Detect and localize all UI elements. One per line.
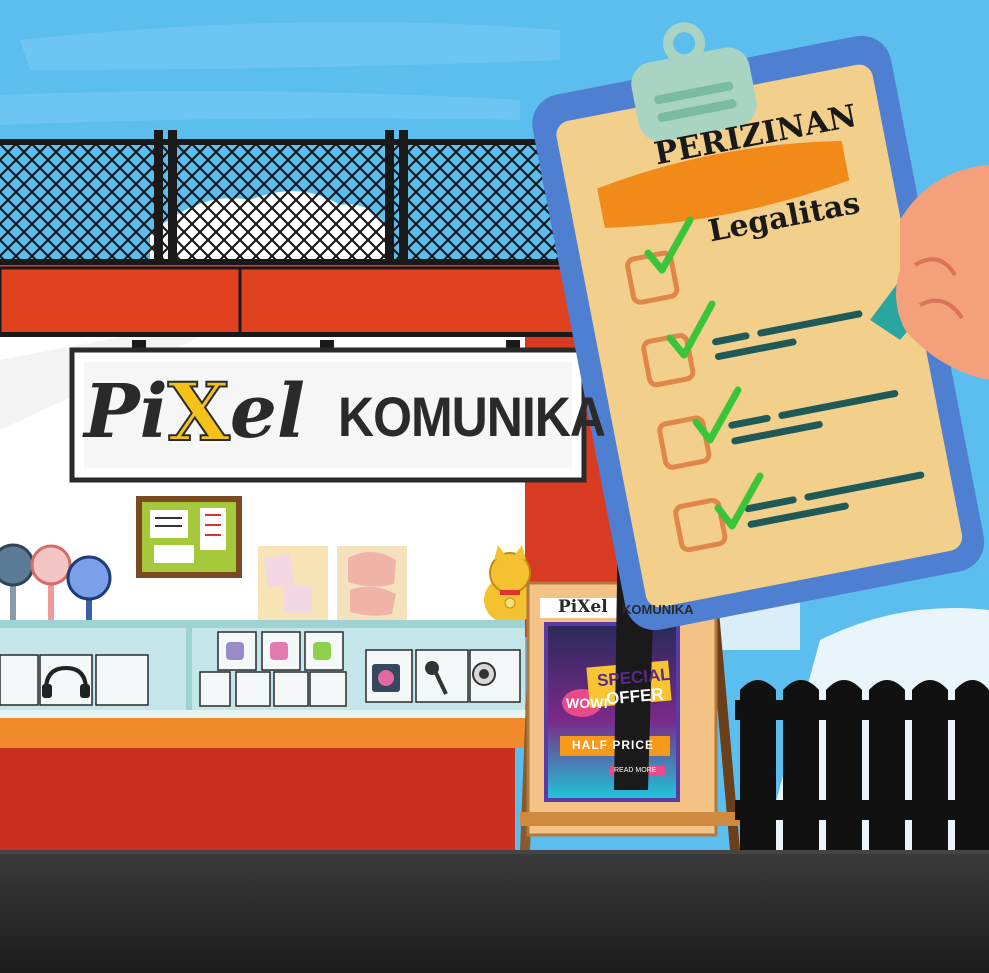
earbuds-icon	[226, 642, 331, 660]
brand-part1: Pi	[84, 369, 168, 455]
brand-x: X	[167, 365, 231, 459]
easel-brand: PiXel	[558, 599, 608, 616]
easel-brand-name: KOMUNIKA	[622, 602, 694, 617]
shop-brand-logo: Pi X el	[84, 362, 305, 462]
chain-link-fence	[0, 130, 600, 267]
read-more: READ MORE	[614, 767, 657, 774]
scene-art	[0, 22, 989, 973]
brand-part2: el	[229, 369, 306, 455]
half-price: HALF PRICE	[572, 738, 654, 752]
wow-badge: WOW!	[566, 695, 608, 711]
asphalt-road	[0, 852, 989, 973]
offer-line: OFFER	[605, 684, 665, 709]
sky-clouds	[0, 22, 560, 125]
easel-brand-mini: PiXel	[558, 597, 608, 617]
shop-name: KOMUNIKA	[338, 385, 606, 449]
illustration-scene: Pi X el KOMUNIKA PERIZINAN Legalitas PiX…	[0, 0, 989, 973]
